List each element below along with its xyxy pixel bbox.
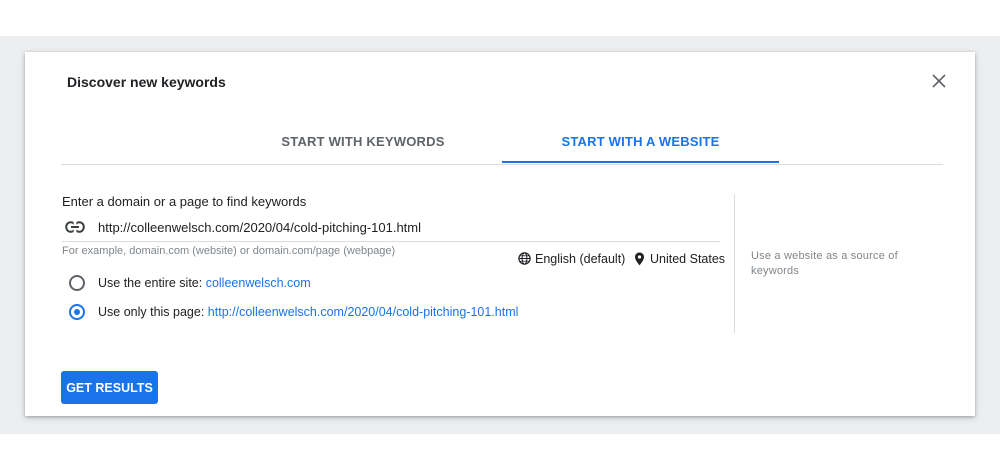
scope-option-label: Use only this page: <box>98 305 205 319</box>
discover-keywords-dialog: Discover new keywords START WITH KEYWORD… <box>25 52 975 416</box>
scope-option-label: Use the entire site: <box>98 276 203 290</box>
scope-option-text: Use only this page: http://colleenwelsch… <box>98 305 518 319</box>
close-icon[interactable] <box>930 72 948 90</box>
radio-entire-site[interactable] <box>69 275 85 291</box>
dialog-title: Discover new keywords <box>67 74 226 90</box>
url-field <box>62 214 720 242</box>
language-label: English (default) <box>535 252 626 266</box>
tab-bar: START WITH KEYWORDS START WITH A WEBSITE <box>61 120 943 165</box>
link-icon <box>65 221 85 233</box>
location-label: United States <box>650 252 726 266</box>
scope-option-text: Use the entire site: colleenwelsch.com <box>98 276 311 290</box>
tab-start-with-a-website[interactable]: START WITH A WEBSITE <box>502 120 779 163</box>
vertical-divider <box>734 194 735 333</box>
entire-site-link[interactable]: colleenwelsch.com <box>206 276 311 290</box>
tab-start-with-keywords[interactable]: START WITH KEYWORDS <box>229 120 497 163</box>
side-note: Use a website as a source of keywords <box>751 250 898 277</box>
globe-icon <box>518 252 531 265</box>
get-results-button[interactable]: GET RESULTS <box>61 371 158 404</box>
url-hint: For example, domain.com (website) or dom… <box>62 245 396 257</box>
url-input[interactable] <box>98 217 708 237</box>
radio-only-this-page[interactable] <box>69 304 85 320</box>
url-field-label: Enter a domain or a page to find keyword… <box>62 194 307 209</box>
location-pin-icon <box>635 252 644 266</box>
only-this-page-link[interactable]: http://colleenwelsch.com/2020/04/cold-pi… <box>208 305 519 319</box>
